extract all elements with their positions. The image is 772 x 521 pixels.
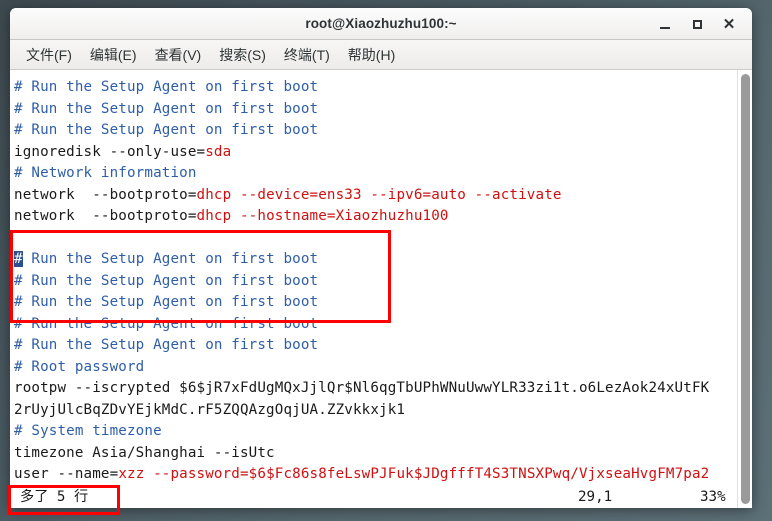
terminal-line: # Run the Setup Agent on first boot: [14, 314, 737, 336]
vim-status-line: 多了 5 行 29,1 33%: [10, 486, 737, 508]
terminal-line: timezone Asia/Shanghai --isUtc: [14, 443, 737, 465]
terminal-line: user --name=xzz --password=$6$Fc86s8feLs…: [14, 464, 737, 486]
terminal-cursor: #: [14, 251, 23, 267]
minimize-icon: [660, 26, 670, 29]
terminal-segment: # Run the Setup Agent on first boot: [14, 272, 319, 289]
menu-item-file[interactable]: 文件(F): [18, 41, 80, 69]
maximize-button[interactable]: [682, 11, 712, 37]
terminal-segment: xzz --password=$6$Fc86s8feLswPJFuk$JDgff…: [118, 466, 710, 482]
menu-item-edit[interactable]: 编辑(E): [82, 41, 145, 69]
maximize-icon: [692, 19, 702, 29]
terminal-line: # Run the Setup Agent on first boot: [14, 77, 737, 99]
title-bar[interactable]: root@Xiaozhuzhu100:~ ✕: [10, 8, 752, 40]
terminal-segment: # Run the Setup Agent on first boot: [14, 337, 319, 353]
terminal-segment: dhcp --hostname=Xiaozhuzhu100: [196, 208, 449, 224]
menu-item-help[interactable]: 帮助(H): [340, 41, 403, 69]
terminal-line: rootpw --iscrypted $6$jR7xFdUgMQxJjlQr$N…: [14, 378, 737, 400]
minimize-button[interactable]: [650, 11, 680, 37]
status-percent: 33%: [700, 489, 726, 505]
menu-item-search[interactable]: 搜索(S): [211, 41, 274, 69]
terminal-line: ignoredisk --only-use=sda: [14, 142, 737, 164]
status-cursor-position: 29,1: [578, 489, 613, 505]
terminal-line: # System timezone: [14, 421, 737, 443]
terminal-line: network --bootproto=dhcp --hostname=Xiao…: [14, 206, 737, 228]
menu-bar: 文件(F) 编辑(E) 查看(V) 搜索(S) 终端(T) 帮助(H): [10, 40, 752, 70]
terminal-segment: # Run the Setup Agent on first boot: [14, 79, 319, 95]
terminal-line: # Run the Setup Agent on first boot: [14, 249, 737, 271]
terminal-segment: network --bootproto=: [14, 208, 197, 224]
terminal-line: # Run the Setup Agent on first boot: [14, 292, 737, 314]
terminal-viewport[interactable]: # Run the Setup Agent on first boot # Run…: [10, 70, 737, 508]
terminal-segment: dhcp --device=ens33 --ipv6=auto --activa…: [196, 186, 562, 203]
terminal-segment: # System timezone: [14, 423, 162, 439]
terminal-line: # Run the Setup Agent on first boot: [14, 99, 737, 121]
terminal-segment: # Run the Setup Agent on first boot: [14, 122, 319, 138]
status-message: 多了 5 行: [20, 489, 89, 505]
menu-item-terminal[interactable]: 终端(T): [276, 41, 338, 69]
terminal-line: network --bootproto=dhcp --device=ens33 …: [14, 185, 737, 207]
window-controls: ✕: [650, 8, 744, 40]
terminal-segment: # Run the Setup Agent on first boot: [14, 294, 319, 310]
terminal-line: 2rUyjUlcBqZDvYEjkMdC.rF5ZQQAzgOqjUA.ZZvk…: [14, 400, 737, 422]
close-icon: ✕: [722, 15, 736, 33]
terminal-segment: ignoredisk --only-use=: [14, 143, 206, 160]
window-title: root@Xiaozhuzhu100:~: [305, 16, 457, 31]
terminal-line: # Run the Setup Agent on first boot: [14, 271, 737, 293]
vertical-scrollbar[interactable]: [737, 70, 752, 508]
terminal-line: # Run the Setup Agent on first boot: [14, 120, 737, 142]
terminal-line: # Network information: [14, 163, 737, 185]
menu-item-view[interactable]: 查看(V): [147, 41, 210, 69]
terminal-segment: network --bootproto=: [14, 186, 197, 203]
terminal-text: # Run the Setup Agent on first boot # Run…: [14, 77, 737, 508]
terminal-segment: timezone Asia/Shanghai --isUtc: [14, 444, 275, 461]
terminal-line: # Root password: [14, 357, 737, 379]
terminal-segment: # Run the Setup Agent on first boot: [14, 315, 319, 332]
terminal-segment: # Network information: [14, 165, 197, 181]
terminal-segment: Run the Setup Agent on first boot: [22, 251, 319, 267]
terminal-segment: 2rUyjUlcBqZDvYEjkMdC.rF5ZQQAzgOqjUA.ZZvk…: [14, 401, 406, 418]
terminal-segment: # Run the Setup Agent on first boot: [14, 100, 319, 117]
terminal-segment: # Root password: [14, 358, 145, 375]
terminal-segment: user --name=: [14, 466, 119, 482]
terminal-segment: sda: [205, 143, 232, 160]
terminal-line: # Run the Setup Agent on first boot: [14, 335, 737, 357]
terminal-area: # Run the Setup Agent on first boot # Run…: [10, 70, 752, 508]
close-button[interactable]: ✕: [714, 11, 744, 37]
terminal-segment: rootpw --iscrypted $6$jR7xFdUgMQxJjlQr$N…: [14, 380, 710, 396]
scrollbar-thumb[interactable]: [741, 74, 750, 504]
terminal-window: root@Xiaozhuzhu100:~ ✕ 文件(F) 编辑(E) 查看(V)…: [10, 8, 752, 508]
